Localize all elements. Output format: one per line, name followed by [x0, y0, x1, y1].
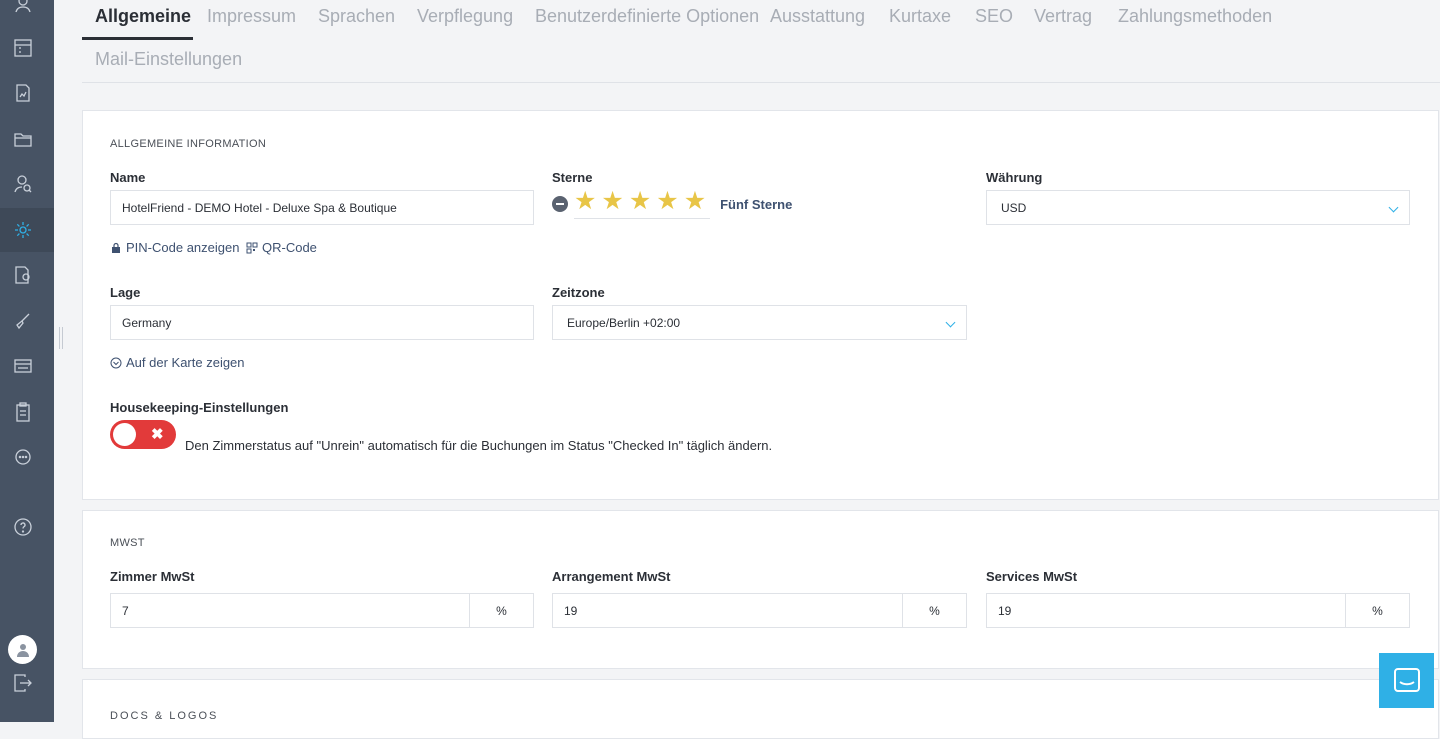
clipboard-icon[interactable]: [13, 402, 33, 422]
settings-gear-icon[interactable]: [13, 220, 33, 240]
chat-bubble-icon[interactable]: [13, 447, 33, 467]
qr-code-icon: [246, 242, 258, 253]
percent-suffix: %: [902, 594, 966, 627]
tab-zahlungsmethoden[interactable]: Zahlungsmethoden: [1118, 6, 1272, 27]
qr-code-link[interactable]: QR-Code: [246, 240, 317, 255]
arrangement-vat-label: Arrangement MwSt: [552, 569, 671, 584]
arrangement-vat-input[interactable]: 19 %: [552, 593, 967, 628]
location-label: Lage: [110, 285, 141, 300]
chat-icon: [1393, 667, 1420, 692]
tab-kurtaxe[interactable]: Kurtaxe: [889, 6, 951, 27]
timezone-label: Zeitzone: [552, 285, 605, 300]
show-on-map-link[interactable]: Auf der Karte zeigen: [110, 355, 245, 370]
arrangement-vat-value: 19: [564, 603, 578, 618]
help-icon[interactable]: [13, 517, 33, 537]
docs-card: [82, 679, 1439, 739]
document-settings-icon[interactable]: [13, 265, 33, 285]
toggle-knob: [113, 423, 136, 446]
services-vat-label: Services MwSt: [986, 569, 1078, 584]
avatar[interactable]: [8, 635, 37, 664]
pin-code-link[interactable]: PIN-Code anzeigen: [110, 240, 239, 255]
star-icon[interactable]: ★: [684, 189, 706, 214]
tab-sprachen[interactable]: Sprachen: [318, 6, 395, 27]
reception-desk-icon[interactable]: [13, 356, 33, 376]
section-title-vat: MWST: [110, 537, 145, 549]
sidebar: [0, 0, 54, 722]
timezone-value: Europe/Berlin +02:00: [567, 315, 681, 330]
star-icon[interactable]: ★: [574, 189, 596, 214]
guest-search-icon[interactable]: [13, 174, 33, 194]
document-chart-icon[interactable]: [13, 83, 33, 103]
tab-vertrag[interactable]: Vertrag: [1034, 6, 1092, 27]
currency-value: USD: [1001, 200, 1027, 215]
logout-icon[interactable]: [13, 673, 33, 693]
settings-tabs: Allgemeine Impressum Sprachen Verpflegun…: [82, 0, 1440, 83]
currency-select[interactable]: USD: [986, 190, 1410, 225]
housekeeping-label: Housekeeping-Einstellungen: [110, 400, 289, 415]
room-vat-input[interactable]: 7 %: [110, 593, 534, 628]
room-vat-value: 7: [122, 603, 129, 618]
tab-allgemeine[interactable]: Allgemeine: [95, 6, 191, 27]
timezone-select[interactable]: Europe/Berlin +02:00: [552, 305, 967, 340]
star-row: ★ ★ ★ ★ ★: [574, 189, 711, 219]
vat-card: [82, 510, 1439, 669]
map-pin-icon: [110, 357, 122, 368]
currency-label: Währung: [986, 170, 1043, 185]
show-on-map-label: Auf der Karte zeigen: [126, 355, 245, 370]
pin-code-label: PIN-Code anzeigen: [126, 240, 240, 255]
section-title-docs: DOCS & LOGOS: [110, 710, 219, 722]
user-icon[interactable]: [13, 0, 33, 14]
active-tab-indicator: [82, 37, 193, 40]
housekeeping-description: Den Zimmerstatus auf "Unrein" automatisc…: [185, 438, 773, 453]
section-title-general: ALLGEMEINE INFORMATION: [110, 138, 267, 150]
percent-suffix: %: [1345, 594, 1409, 627]
services-vat-input[interactable]: 19 %: [986, 593, 1410, 628]
tab-seo[interactable]: SEO: [975, 6, 1013, 27]
qr-code-label: QR-Code: [262, 240, 317, 255]
star-icon[interactable]: ★: [656, 189, 678, 214]
tab-ausstattung[interactable]: Ausstattung: [770, 6, 865, 27]
tab-verpflegung[interactable]: Verpflegung: [417, 6, 513, 27]
percent-suffix: %: [469, 594, 533, 627]
decrease-stars-button[interactable]: [552, 196, 568, 212]
cleaning-brush-icon[interactable]: [13, 311, 33, 331]
close-icon: ✖: [151, 426, 164, 443]
folder-icon[interactable]: [13, 129, 33, 149]
name-input[interactable]: HotelFriend - DEMO Hotel - Deluxe Spa & …: [110, 190, 534, 225]
stars-label: Sterne: [552, 170, 593, 185]
tab-impressum[interactable]: Impressum: [207, 6, 296, 27]
chat-widget-button[interactable]: [1379, 653, 1434, 708]
calendar-grid-icon[interactable]: [13, 38, 33, 58]
location-input[interactable]: Germany: [110, 305, 534, 340]
housekeeping-toggle[interactable]: ✖: [110, 420, 176, 449]
room-vat-label: Zimmer MwSt: [110, 569, 195, 584]
services-vat-value: 19: [998, 603, 1012, 618]
chevron-down-icon: [945, 317, 956, 328]
resize-handle[interactable]: [59, 327, 63, 349]
chevron-down-icon: [1388, 202, 1399, 213]
tab-mail-einstellungen[interactable]: Mail-Einstellungen: [95, 49, 242, 70]
star-icon[interactable]: ★: [629, 189, 651, 214]
lock-icon: [112, 242, 120, 253]
name-label: Name: [110, 170, 146, 185]
tab-benutzerdefinierte-optionen[interactable]: Benutzerdefinierte Optionen: [535, 6, 759, 27]
star-rating: ★ ★ ★ ★ ★ Fünf Sterne: [552, 189, 792, 219]
stars-text: Fünf Sterne: [720, 196, 793, 212]
star-icon[interactable]: ★: [601, 189, 623, 214]
